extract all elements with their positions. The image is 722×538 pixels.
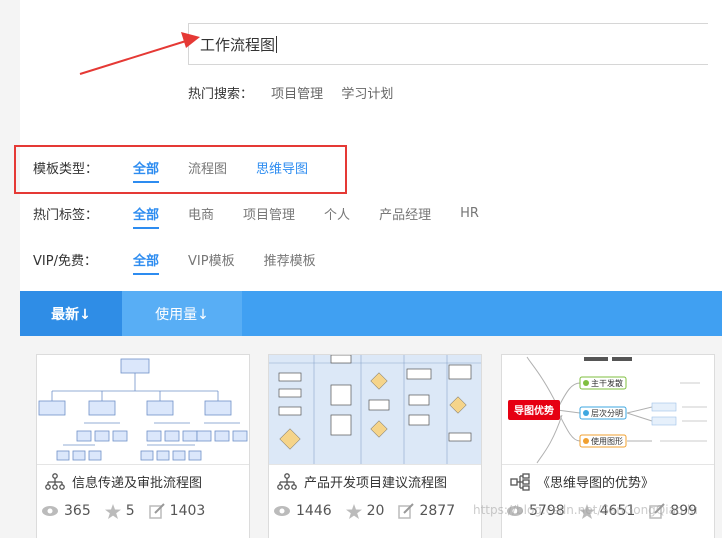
star-icon xyxy=(104,503,121,519)
org-chart-icon xyxy=(277,472,297,490)
filter-row-hot-tags: 热门标签： 全部 电商 项目管理 个人 产品经理 HR xyxy=(33,204,508,229)
mindmap-center-node: 导图优势 xyxy=(514,404,554,417)
card-title-text: 信息传递及审批流程图 xyxy=(72,476,203,491)
card-title[interactable]: 《思维导图的优势》 xyxy=(510,472,654,491)
card-stats: 1446 20 2877 xyxy=(273,503,469,519)
tag-option-product-manager[interactable]: 产品经理 xyxy=(379,204,431,223)
card-stats: 365 5 1403 xyxy=(41,503,219,519)
template-card[interactable]: 产品开发项目建议流程图 1446 20 2877 xyxy=(268,354,482,538)
filter-label-vip: VIP/免费： xyxy=(33,254,97,269)
mindmap-branch-1: 主干发散 xyxy=(591,378,623,388)
flowchart-preview xyxy=(269,355,481,464)
tag-option-hr[interactable]: HR xyxy=(460,206,479,221)
eye-icon xyxy=(42,506,58,516)
tag-option-ecommerce[interactable]: 电商 xyxy=(188,204,214,223)
annotation-highlight-box xyxy=(14,145,347,194)
filter-label-hot-tags: 热门标签： xyxy=(33,208,99,223)
edit-icon xyxy=(398,503,415,519)
star-icon xyxy=(345,503,362,519)
tag-option-project-management[interactable]: 项目管理 xyxy=(243,204,295,223)
view-count: 1446 xyxy=(296,503,332,519)
mindmap-branch-2: 层次分明 xyxy=(591,408,623,418)
edit-count: 2877 xyxy=(419,503,456,519)
card-title-text: 产品开发项目建议流程图 xyxy=(304,476,448,491)
mindmap-preview: 导图优势 主干发散 层次分明 使用图形 xyxy=(502,355,714,464)
sort-newest-tab[interactable]: 最新↓ xyxy=(20,291,122,336)
sort-bar: 最新↓ 使用量↓ xyxy=(20,291,722,336)
tag-option-all[interactable]: 全部 xyxy=(133,204,160,229)
card-title-text: 《思维导图的优势》 xyxy=(537,476,655,491)
flowchart-preview xyxy=(37,355,249,464)
tag-option-personal[interactable]: 个人 xyxy=(324,204,350,223)
vip-option-recommended[interactable]: 推荐模板 xyxy=(264,250,316,269)
card-title[interactable]: 信息传递及审批流程图 xyxy=(45,472,202,491)
edit-count: 1403 xyxy=(169,503,206,519)
edit-icon xyxy=(148,503,165,519)
star-count: 20 xyxy=(366,503,385,519)
star-count: 5 xyxy=(125,503,135,519)
card-thumbnail[interactable] xyxy=(269,355,481,465)
org-chart-icon xyxy=(45,472,65,490)
eye-icon xyxy=(274,506,290,516)
filter-row-vip: VIP/免费： 全部 VIP模板 推荐模板 xyxy=(33,250,345,275)
mindmap-icon xyxy=(510,472,530,491)
mindmap-branch-3: 使用图形 xyxy=(591,436,623,446)
watermark: https://blog.csdn.net/SanGongQiao.lu xyxy=(473,503,698,517)
card-thumbnail[interactable]: 导图优势 主干发散 层次分明 使用图形 xyxy=(502,355,714,465)
view-count: 365 xyxy=(64,503,91,519)
card-title[interactable]: 产品开发项目建议流程图 xyxy=(277,472,447,491)
sort-usage-tab[interactable]: 使用量↓ xyxy=(122,291,242,336)
vip-option-all[interactable]: 全部 xyxy=(133,250,160,275)
template-card[interactable]: 信息传递及审批流程图 365 5 1403 xyxy=(36,354,250,538)
card-thumbnail[interactable] xyxy=(37,355,249,465)
vip-option-vip-templates[interactable]: VIP模板 xyxy=(188,250,235,269)
